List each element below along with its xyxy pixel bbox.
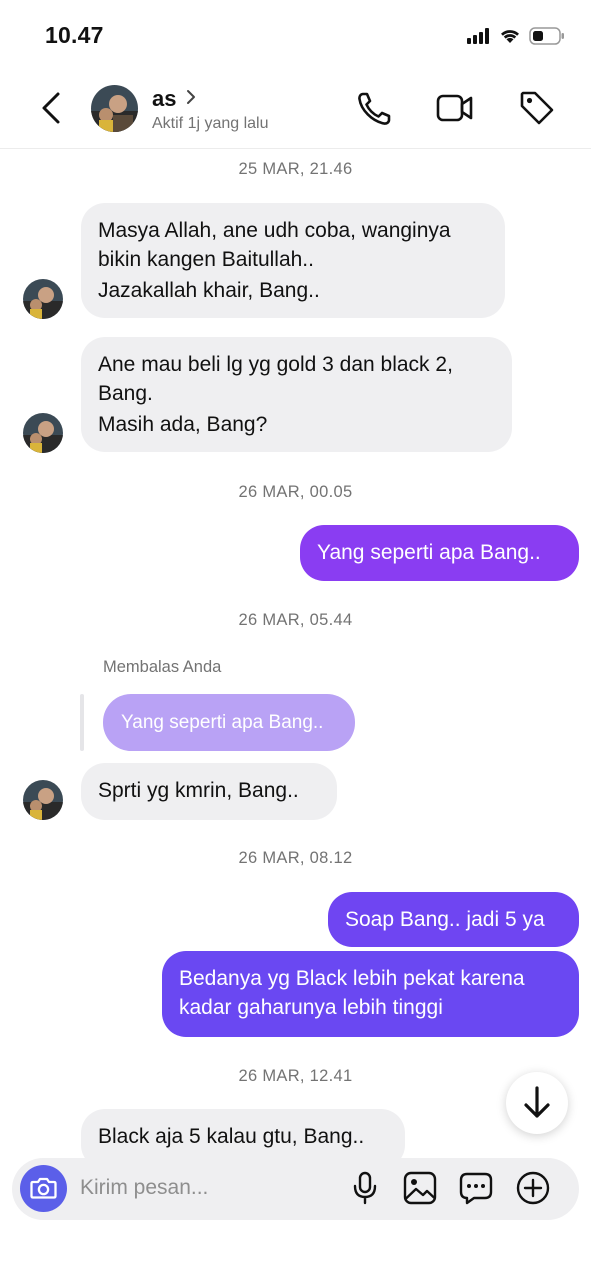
reply-divider — [80, 694, 84, 751]
plus-icon[interactable] — [515, 1170, 551, 1206]
message-line: Masya Allah, ane udh coba, wanginya — [98, 219, 451, 242]
outgoing-message[interactable]: Bedanya yg Black lebih pekat karena kada… — [162, 951, 579, 1037]
date-separator: 26 MAR, 05.44 — [238, 611, 353, 629]
message-line: Bang. — [98, 382, 153, 405]
outgoing-message[interactable]: Yang seperti apa Bang.. — [300, 525, 579, 581]
video-call-icon[interactable] — [435, 88, 475, 128]
message-line: Masih ada, Bang? — [98, 413, 268, 436]
date-separator: 26 MAR, 08.12 — [238, 849, 353, 867]
reply-quote[interactable]: Yang seperti apa Bang.. — [103, 694, 355, 751]
microphone-icon[interactable] — [347, 1170, 383, 1206]
camera-icon — [30, 1177, 57, 1199]
outgoing-message[interactable]: Soap Bang.. jadi 5 ya — [328, 892, 579, 947]
back-icon[interactable] — [36, 90, 68, 126]
message-line: kadar gaharunya lebih tinggi — [179, 996, 443, 1019]
reply-label: Membalas Anda — [103, 658, 222, 676]
date-separator: 26 MAR, 00.05 — [238, 483, 353, 501]
status-icons — [467, 24, 565, 48]
message-input[interactable]: Kirim pesan... — [80, 1176, 208, 1200]
date-separator: 26 MAR, 12.41 — [238, 1067, 353, 1085]
phone-icon[interactable] — [355, 88, 395, 128]
signal-icon — [467, 28, 489, 44]
incoming-message[interactable]: Sprti yg kmrin, Bang.. — [81, 763, 337, 820]
arrow-down-icon — [524, 1086, 550, 1118]
wifi-icon — [501, 30, 519, 43]
message-line: Jazakallah khair, Bang.. — [98, 279, 320, 302]
scroll-to-bottom-button[interactable] — [506, 1072, 568, 1134]
sender-avatar[interactable] — [23, 279, 63, 319]
gallery-icon[interactable] — [402, 1170, 438, 1206]
status-time: 10.47 — [45, 22, 104, 48]
contact-status: Aktif 1j yang lalu — [152, 115, 269, 132]
sender-avatar[interactable] — [23, 413, 63, 453]
message-line: Yang seperti apa Bang.. — [317, 541, 541, 564]
camera-button[interactable] — [20, 1165, 67, 1212]
message-line: Soap Bang.. jadi 5 ya — [345, 908, 545, 931]
date-separator: 25 MAR, 21.46 — [238, 160, 353, 178]
sticker-icon[interactable] — [458, 1170, 494, 1206]
message-line: Black aja 5 kalau gtu, Bang.. — [98, 1125, 365, 1148]
contact-avatar[interactable] — [91, 85, 138, 132]
tag-icon[interactable] — [517, 88, 557, 128]
chevron-right-icon[interactable] — [184, 88, 198, 106]
incoming-message[interactable]: Ane mau beli lg yg gold 3 dan black 2, B… — [81, 337, 512, 452]
contact-name[interactable]: as — [152, 86, 176, 112]
chat-header — [0, 76, 591, 149]
message-line: Bedanya yg Black lebih pekat karena — [179, 967, 525, 990]
message-line: bikin kangen Baitullah.. — [98, 248, 314, 271]
message-line: Ane mau beli lg yg gold 3 dan black 2, — [98, 353, 453, 376]
incoming-message[interactable]: Masya Allah, ane udh coba, wanginya biki… — [81, 203, 505, 318]
battery-icon — [529, 27, 564, 45]
sender-avatar[interactable] — [23, 780, 63, 820]
message-line: Sprti yg kmrin, Bang.. — [98, 779, 299, 802]
